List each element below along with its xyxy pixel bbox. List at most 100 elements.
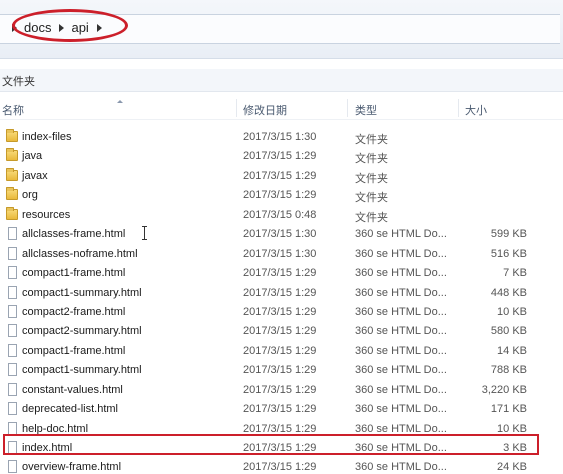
html-file-icon xyxy=(8,266,17,280)
file-type: 360 se HTML Do... xyxy=(355,325,447,338)
file-date: 2017/3/15 1:29 xyxy=(243,325,317,338)
file-name: compact1-summary.html xyxy=(22,286,142,299)
file-type: 360 se HTML Do... xyxy=(355,403,447,416)
column-divider[interactable] xyxy=(347,99,348,117)
file-name: compact2-frame.html xyxy=(22,305,126,318)
file-date: 2017/3/15 1:29 xyxy=(243,461,317,474)
file-date: 2017/3/15 1:29 xyxy=(243,286,317,299)
file-size: 788 KB xyxy=(490,364,527,377)
new-folder-button[interactable]: 文件夹 xyxy=(2,73,35,89)
file-date: 2017/3/15 1:29 xyxy=(243,403,317,416)
file-date: 2017/3/15 0:48 xyxy=(243,208,317,221)
file-date: 2017/3/15 1:29 xyxy=(243,150,317,163)
file-name: org xyxy=(22,189,38,202)
file-type: 360 se HTML Do... xyxy=(355,461,447,474)
file-row[interactable]: allclasses-noframe.html 2017/3/15 1:30 360… xyxy=(0,244,563,263)
chevron-right-icon[interactable] xyxy=(96,23,102,32)
file-type: 360 se HTML Do... xyxy=(355,364,447,377)
file-type: 文件夹 xyxy=(355,153,388,166)
file-date: 2017/3/15 1:29 xyxy=(243,364,317,377)
text-cursor-icon xyxy=(142,226,148,240)
file-name: compact1-summary.html xyxy=(22,364,142,377)
folder-icon xyxy=(6,148,18,162)
file-size: 580 KB xyxy=(490,325,527,338)
html-file-icon xyxy=(8,363,17,377)
toolbar: 文件夹 xyxy=(0,69,563,92)
folder-icon xyxy=(6,129,18,142)
file-row[interactable]: compact1-frame.html 2017/3/15 1:29 360 se … xyxy=(0,341,563,360)
file-name: compact1-frame.html xyxy=(22,344,126,357)
file-row[interactable]: allclasses-frame.html 2017/3/15 1:30 360 s… xyxy=(0,224,563,243)
column-divider[interactable] xyxy=(458,99,459,117)
html-file-icon xyxy=(8,227,17,241)
folder-icon xyxy=(6,167,18,181)
file-row[interactable]: compact2-summary.html 2017/3/15 1:29 360 s… xyxy=(0,321,563,340)
file-row[interactable]: index.html 2017/3/15 1:29 360 se HTML Do..… xyxy=(0,438,563,457)
file-size: 171 KB xyxy=(490,403,527,416)
file-type: 文件夹 xyxy=(355,134,388,146)
file-date: 2017/3/15 1:29 xyxy=(243,305,317,318)
file-name: help-doc.html xyxy=(22,422,89,435)
file-date: 2017/3/15 1:29 xyxy=(243,169,317,182)
file-row[interactable]: index-files 2017/3/15 1:30 文件夹 xyxy=(0,127,563,146)
file-size: 516 KB xyxy=(490,247,527,260)
file-name: overview-frame.html xyxy=(22,461,122,474)
breadcrumb-api[interactable]: api xyxy=(71,20,88,35)
sort-arrow-icon xyxy=(117,100,123,103)
file-row[interactable]: javax 2017/3/15 1:29 文件夹 xyxy=(0,166,563,185)
file-row[interactable]: overview-frame.html 2017/3/15 1:29 360 se … xyxy=(0,457,563,474)
file-list: index-files 2017/3/15 1:30 文件夹 java 2017/3/1… xyxy=(0,127,563,474)
file-row[interactable]: java 2017/3/15 1:29 文件夹 xyxy=(0,146,563,165)
file-row[interactable]: compact2-frame.html 2017/3/15 1:29 360 se … xyxy=(0,302,563,321)
column-divider[interactable] xyxy=(236,99,237,117)
html-file-icon xyxy=(8,324,17,338)
file-date: 2017/3/15 1:29 xyxy=(243,189,317,202)
file-row[interactable]: resources 2017/3/15 0:48 文件夹 xyxy=(0,205,563,224)
breadcrumb: docs api xyxy=(4,20,109,35)
file-date: 2017/3/15 1:29 xyxy=(243,344,317,357)
file-date: 2017/3/15 1:30 xyxy=(243,247,317,260)
file-size: 24 KB xyxy=(497,461,527,474)
file-name: allclasses-frame.html xyxy=(22,228,126,241)
file-row[interactable]: deprecated-list.html 2017/3/15 1:29 360 se… xyxy=(0,399,563,418)
file-row[interactable]: compact1-frame.html 2017/3/15 1:29 360 se … xyxy=(0,263,563,282)
file-row[interactable]: help-doc.html 2017/3/15 1:29 360 se HTML D… xyxy=(0,419,563,438)
file-size: 599 KB xyxy=(490,228,527,241)
chevron-right-icon[interactable] xyxy=(12,23,17,32)
column-headers: 名称 修改日期 类型 大小 xyxy=(0,99,563,120)
column-header-size[interactable]: 大小 xyxy=(465,102,487,118)
file-size: 10 KB xyxy=(497,422,527,435)
column-header-type[interactable]: 类型 xyxy=(355,102,377,118)
column-header-date[interactable]: 修改日期 xyxy=(243,102,287,118)
file-type: 360 se HTML Do... xyxy=(355,344,447,357)
file-size: 448 KB xyxy=(490,286,527,299)
html-file-icon xyxy=(8,382,17,396)
file-type: 360 se HTML Do... xyxy=(355,228,447,241)
file-type: 360 se HTML Do... xyxy=(355,286,447,299)
file-row[interactable]: compact1-summary.html 2017/3/15 1:29 360 s… xyxy=(0,283,563,302)
file-size: 3,220 KB xyxy=(481,383,527,396)
file-size: 10 KB xyxy=(497,305,527,318)
file-type: 360 se HTML Do... xyxy=(355,442,447,454)
file-name: deprecated-list.html xyxy=(22,403,118,416)
file-type: 360 se HTML Do... xyxy=(355,267,447,280)
html-file-icon xyxy=(8,285,17,299)
file-date: 2017/3/15 1:29 xyxy=(243,422,317,435)
html-file-icon xyxy=(8,460,17,474)
file-name: resources xyxy=(22,208,71,221)
file-date: 2017/3/15 1:29 xyxy=(243,267,317,280)
file-type: 360 se HTML Do... xyxy=(355,422,447,435)
file-date: 2017/3/15 1:30 xyxy=(243,228,317,241)
file-row[interactable]: constant-values.html 2017/3/15 1:29 360 se… xyxy=(0,380,563,399)
file-name: index.html xyxy=(22,442,73,454)
html-file-icon xyxy=(8,343,17,357)
file-row[interactable]: org 2017/3/15 1:29 文件夹 xyxy=(0,185,563,204)
html-file-icon xyxy=(8,402,17,416)
file-type: 文件夹 xyxy=(355,172,388,185)
html-file-icon xyxy=(8,421,17,435)
file-row[interactable]: compact1-summary.html 2017/3/15 1:29 360 s… xyxy=(0,360,563,379)
column-header-name[interactable]: 名称 xyxy=(2,102,24,118)
chevron-right-icon[interactable] xyxy=(59,23,65,32)
breadcrumb-docs[interactable]: docs xyxy=(24,20,51,35)
file-name: java xyxy=(22,150,43,163)
